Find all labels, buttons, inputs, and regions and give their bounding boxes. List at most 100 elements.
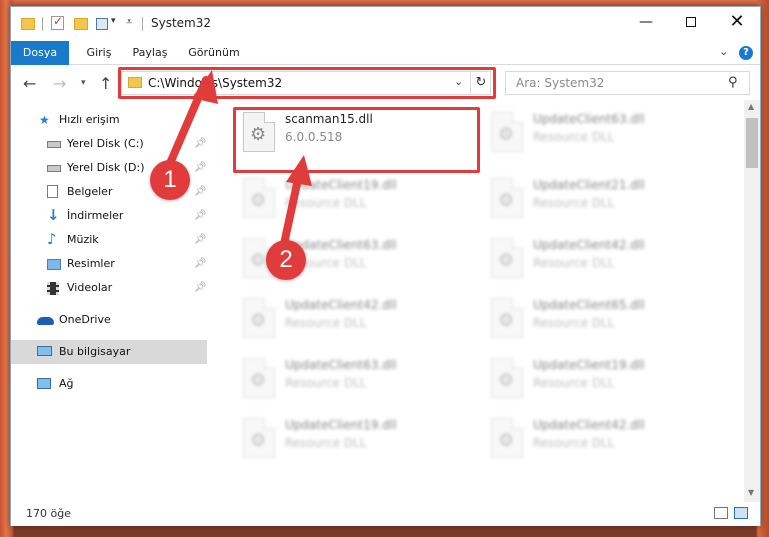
pin-icon[interactable]: 📌︎ (194, 138, 207, 149)
dll-file-icon: ⚙ (243, 178, 275, 218)
sidebar-item-onedrive[interactable]: OneDrive (11, 308, 207, 332)
sidebar-item-quick-access[interactable]: ★ Hızlı erişim (11, 108, 207, 132)
minimize-button[interactable]: — (623, 7, 669, 37)
sidebar-item-label: OneDrive (59, 313, 111, 326)
back-arrow-icon[interactable]: ← (23, 74, 36, 93)
sidebar-item-label: Belgeler (67, 185, 113, 198)
file-name: UpdateClient19.dll (285, 178, 397, 192)
file-type: Resource DLL (533, 376, 615, 390)
sidebar-item-local-disk-c[interactable]: Yerel Disk (C:) 📌︎ (11, 132, 207, 156)
pin-icon[interactable]: 📌︎ (194, 186, 207, 197)
sidebar-item-this-pc[interactable]: Bu bilgisayar (11, 340, 207, 364)
dll-file-icon: ⚙ (491, 112, 523, 152)
file-highlight (233, 107, 480, 173)
file-name: UpdateClient63.dll (533, 112, 645, 126)
file-item[interactable]: ⚙ UpdateClient42.dll Resource DLL (483, 232, 713, 286)
file-type: Resource DLL (533, 316, 615, 330)
pin-icon[interactable]: 📌︎ (194, 258, 207, 269)
file-type: Resource DLL (285, 436, 367, 450)
customize-toolbar-icon[interactable]: ⩡ (126, 15, 132, 31)
file-type: Resource DLL (285, 316, 367, 330)
file-item[interactable]: ⚙ UpdateClient42.dll Resource DLL (483, 412, 713, 466)
expand-ribbon-icon[interactable]: ⌄ (719, 45, 728, 58)
file-type: Resource DLL (533, 196, 615, 210)
sidebar-item-videos[interactable]: Videolar 📌︎ (11, 276, 207, 300)
sidebar-item-network[interactable]: Ağ (11, 372, 207, 396)
pin-icon[interactable]: 📌︎ (194, 162, 207, 173)
file-item[interactable]: ⚙ UpdateClient63.dll Resource DLL (483, 106, 713, 160)
gear-icon: ⚙ (498, 250, 515, 271)
sidebar-item-label: Hızlı erişim (59, 113, 120, 126)
tiles-view-icon[interactable] (734, 507, 748, 519)
gear-icon: ⚙ (250, 250, 267, 271)
scroll-up-icon[interactable]: ▲ (748, 102, 754, 111)
gear-icon: ⚙ (498, 124, 515, 145)
file-item[interactable]: ⚙ UpdateClient19.dll Resource DLL (235, 412, 465, 466)
step-1-badge: 1 (150, 160, 190, 200)
maximize-button[interactable] (668, 7, 714, 37)
sidebar-item-label: Müzik (67, 233, 99, 246)
properties-icon[interactable] (96, 18, 108, 30)
tab-file[interactable]: Dosya (11, 41, 69, 65)
search-input[interactable]: Ara: System32 ⚲ (505, 71, 750, 95)
drive-icon (47, 165, 61, 172)
up-arrow-icon[interactable]: ↑ (99, 74, 112, 93)
gear-icon: ⚙ (250, 370, 267, 391)
scroll-thumb[interactable] (746, 118, 758, 168)
item-count: 170 öğe (26, 507, 71, 520)
pin-icon[interactable]: 📌︎ (194, 210, 207, 221)
dll-file-icon: ⚙ (491, 298, 523, 338)
gear-icon: ⚙ (498, 310, 515, 331)
file-item[interactable]: ⚙ UpdateClient63.dll Resource DLL (235, 352, 465, 406)
gear-icon: ⚙ (250, 430, 267, 451)
dll-file-icon: ⚙ (491, 238, 523, 278)
gear-icon: ⚙ (250, 190, 267, 211)
file-item[interactable]: ⚙ UpdateClient65.dll Resource DLL (483, 292, 713, 346)
search-placeholder: Ara: System32 (516, 76, 605, 90)
scroll-down-icon[interactable]: ▼ (748, 488, 754, 497)
sidebar-item-music[interactable]: ♪ Müzik 📌︎ (11, 228, 207, 252)
file-name: UpdateClient19.dll (285, 418, 397, 432)
file-type: Resource DLL (533, 436, 615, 450)
tab-share[interactable]: Paylaş (127, 41, 173, 65)
sidebar-item-downloads[interactable]: ↓ İndirmeler 📌︎ (11, 204, 207, 228)
properties-check-icon[interactable] (51, 14, 64, 30)
folder-icon (21, 18, 35, 30)
details-view-icon[interactable] (714, 507, 728, 519)
pin-icon[interactable]: 📌︎ (194, 282, 207, 293)
search-icon[interactable]: ⚲ (728, 75, 738, 90)
file-explorer-window: ▾ ⩡ System32 — ✕ Dosya Giriş Paylaş Görü… (10, 6, 761, 526)
close-button[interactable]: ✕ (714, 7, 760, 37)
file-name: UpdateClient42.dll (533, 238, 645, 252)
pictures-icon (47, 259, 61, 270)
file-item[interactable]: ⚙ UpdateClient42.dll Resource DLL (235, 292, 465, 346)
file-name: UpdateClient21.dll (533, 178, 645, 192)
forward-arrow-icon[interactable]: → (53, 74, 66, 93)
vertical-scrollbar[interactable]: ▲ ▼ (744, 100, 760, 502)
sidebar-item-pictures[interactable]: Resimler 📌︎ (11, 252, 207, 276)
video-icon (47, 282, 59, 295)
dll-file-icon: ⚙ (243, 418, 275, 458)
chevron-down-icon[interactable]: ▾ (111, 16, 116, 32)
file-name: UpdateClient19.dll (533, 358, 645, 372)
dll-file-icon: ⚙ (491, 418, 523, 458)
file-item[interactable]: ⚙ UpdateClient19.dll Resource DLL (235, 172, 465, 226)
cloud-icon (37, 317, 54, 325)
help-icon[interactable]: ? (739, 46, 753, 60)
tab-home[interactable]: Giriş (81, 41, 117, 65)
gear-icon: ⚙ (250, 310, 267, 331)
navigation-pane: ★ Hızlı erişim Yerel Disk (C:) 📌︎ Yerel … (11, 100, 211, 502)
step-2-badge: 2 (266, 240, 306, 280)
file-type: Resource DLL (285, 196, 367, 210)
gear-icon: ⚙ (498, 370, 515, 391)
pin-icon[interactable]: 📌︎ (194, 234, 207, 245)
file-item[interactable]: ⚙ UpdateClient19.dll Resource DLL (483, 352, 713, 406)
new-folder-icon[interactable] (74, 18, 88, 30)
ribbon: Dosya Giriş Paylaş Görünüm ⌄ ? (11, 41, 760, 65)
file-type: Resource DLL (533, 130, 615, 144)
window-title: System32 (151, 16, 212, 30)
file-item[interactable]: ⚙ UpdateClient21.dll Resource DLL (483, 172, 713, 226)
tab-view[interactable]: Görünüm (183, 41, 245, 65)
recent-locations-icon[interactable]: ▾ (81, 78, 86, 88)
sidebar-item-label: Bu bilgisayar (59, 345, 131, 358)
